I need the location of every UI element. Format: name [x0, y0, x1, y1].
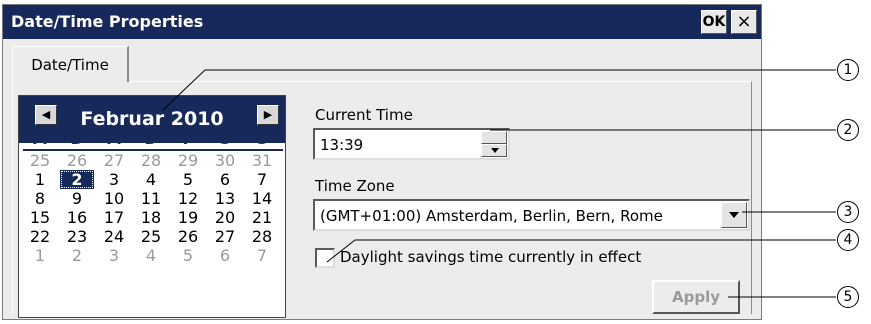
calendar-day[interactable]: 9	[60, 189, 94, 208]
calendar-weekday: D	[144, 129, 158, 148]
calendar-day[interactable]: 23	[60, 227, 94, 246]
calendar-day[interactable]: 19	[171, 208, 205, 227]
window-title: Date/Time Properties	[11, 12, 204, 31]
current-time-label: Current Time	[315, 106, 413, 124]
calendar-day[interactable]: 10	[97, 189, 131, 208]
calendar-day[interactable]: 27	[208, 227, 242, 246]
close-button[interactable]: ×	[731, 10, 757, 34]
calendar-weekday: S	[256, 129, 268, 148]
time-zone-value: (GMT+01:00) Amsterdam, Berlin, Bern, Rom…	[320, 207, 663, 225]
calendar-day[interactable]: 14	[245, 189, 279, 208]
calendar-day[interactable]: 27	[97, 151, 131, 170]
calendar-day[interactable]: 1	[23, 246, 57, 265]
calendar-week-row: 1234567	[19, 246, 287, 265]
time-spin-up-button[interactable]	[481, 131, 507, 144]
tab-date-time[interactable]: Date/Time	[12, 46, 129, 82]
calendar-weekday: M	[106, 129, 122, 148]
calendar-day[interactable]: 2	[60, 246, 94, 265]
calendar-month-label: Februar 2010	[80, 108, 224, 130]
time-spin-down-button[interactable]	[481, 144, 507, 157]
calendar-day[interactable]: 28	[134, 151, 168, 170]
time-zone-label: Time Zone	[315, 177, 395, 195]
callout-2: 2	[837, 119, 859, 141]
calendar-weekday: S	[219, 129, 231, 148]
daylight-savings-checkbox[interactable]	[315, 248, 335, 268]
calendar-day[interactable]: 3	[97, 246, 131, 265]
time-zone-dropdown-button[interactable]	[721, 202, 747, 228]
calendar-day[interactable]: 5	[171, 246, 205, 265]
calendar-day-selected[interactable]: 2	[60, 170, 94, 189]
calendar-weekday: D	[70, 129, 84, 148]
month-calendar: ◀ Februar 2010 ▶ M D M D F S S 25 26 27 28 29 30 31 1 2…	[18, 95, 286, 318]
calendar-day[interactable]: 25	[23, 151, 57, 170]
ok-button[interactable]: OK	[701, 10, 727, 34]
calendar-day[interactable]: 7	[245, 170, 279, 189]
calendar-day[interactable]: 13	[208, 189, 242, 208]
daylight-savings-label: Daylight savings time currently in effec…	[340, 248, 642, 266]
calendar-day[interactable]: 21	[245, 208, 279, 227]
callout-5: 5	[837, 286, 859, 308]
calendar-day[interactable]: 6	[208, 246, 242, 265]
calendar-week-row: 8 9 10 11 12 13 14	[19, 189, 287, 208]
calendar-day[interactable]: 24	[97, 227, 131, 246]
calendar-day[interactable]: 12	[171, 189, 205, 208]
current-time-value: 13:39	[320, 136, 364, 154]
calendar-grid: M D M D F S S 25 26 27 28 29 30 31 1 2 3 4 5 6 7 8 9 10 11 12 13 14…	[19, 129, 287, 265]
calendar-day[interactable]: 30	[208, 151, 242, 170]
callout-4: 4	[837, 229, 859, 251]
calendar-day[interactable]: 26	[171, 227, 205, 246]
calendar-day[interactable]: 22	[23, 227, 57, 246]
calendar-day[interactable]: 18	[134, 208, 168, 227]
calendar-week-row: 22 23 24 25 26 27 28	[19, 227, 287, 246]
calendar-weekday: F	[182, 129, 194, 148]
calendar-day[interactable]: 1	[23, 170, 57, 189]
calendar-day[interactable]: 29	[171, 151, 205, 170]
calendar-day[interactable]: 17	[97, 208, 131, 227]
callout-1: 1	[837, 59, 859, 81]
calendar-week-row: 1234567	[19, 170, 287, 189]
calendar-weekday: M	[32, 129, 48, 148]
calendar-weekday-row: MDMDFSS	[19, 129, 287, 148]
calendar-day[interactable]: 25	[134, 227, 168, 246]
calendar-day[interactable]: 8	[23, 189, 57, 208]
calendar-day[interactable]: 3	[97, 170, 131, 189]
triangle-right-icon: ▶	[263, 108, 273, 121]
title-bar: Date/Time Properties OK ×	[3, 5, 761, 39]
calendar-week-row: 25 26 27 28 29 30 31	[19, 151, 287, 170]
calendar-week-row: 15 16 17 18 19 20 21	[19, 208, 287, 227]
apply-button[interactable]: Apply	[652, 280, 740, 314]
calendar-day[interactable]: 6	[208, 170, 242, 189]
current-time-input[interactable]: 13:39	[313, 128, 510, 160]
calendar-day[interactable]: 16	[60, 208, 94, 227]
time-zone-select[interactable]: (GMT+01:00) Amsterdam, Berlin, Bern, Rom…	[313, 199, 750, 231]
calendar-day[interactable]: 4	[134, 246, 168, 265]
next-month-button[interactable]: ▶	[257, 105, 279, 125]
callout-3: 3	[837, 201, 859, 223]
calendar-day[interactable]: 7	[245, 246, 279, 265]
calendar-day[interactable]: 28	[245, 227, 279, 246]
calendar-day[interactable]: 20	[208, 208, 242, 227]
calendar-day[interactable]: 15	[23, 208, 57, 227]
calendar-day[interactable]: 26	[60, 151, 94, 170]
calendar-day[interactable]: 4	[134, 170, 168, 189]
calendar-day[interactable]: 11	[134, 189, 168, 208]
calendar-day[interactable]: 31	[245, 151, 279, 170]
calendar-day[interactable]: 5	[171, 170, 205, 189]
